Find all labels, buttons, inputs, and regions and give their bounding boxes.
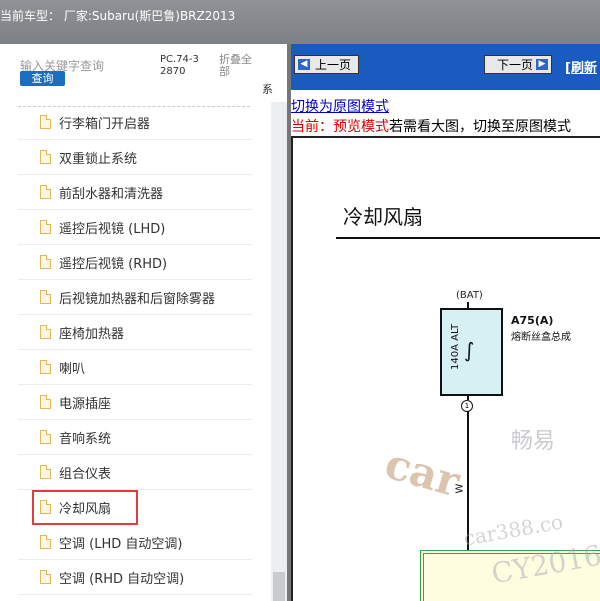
watermark-text: 畅易 [511, 429, 556, 454]
document-icon [40, 570, 51, 584]
query-button[interactable]: 查询 [20, 71, 65, 86]
wire-color-label: W [454, 483, 466, 494]
tree-item[interactable]: 遥控后视镜 (LHD) [18, 210, 252, 245]
tree-item[interactable]: 空调 (LHD 自动空调) [18, 525, 252, 560]
diagram-title: 冷却风扇 [343, 205, 423, 229]
tree-item[interactable]: 空调 (手动空调) [18, 595, 252, 601]
tree-item[interactable]: 前刮水器和清洗器 [18, 175, 252, 210]
tree-item[interactable]: 后视镜加热器和后窗除雾器 [18, 280, 252, 315]
tree-item-label: 前刮水器和清洗器 [59, 187, 164, 202]
document-icon [40, 395, 51, 409]
tree-item-label: 座椅加热器 [59, 327, 125, 342]
tree-item-label: 喇叭 [59, 362, 86, 377]
bat-label: (BAT) [456, 290, 483, 301]
tree-scrollbar[interactable] [271, 102, 287, 601]
document-icon [40, 255, 51, 269]
document-icon [40, 290, 51, 304]
tree-item[interactable]: 座椅加热器 [18, 315, 252, 350]
document-icon [40, 325, 51, 339]
connector-desc: 熔断丝盒总成 [511, 332, 571, 343]
refresh-link[interactable]: [刷新 [565, 57, 597, 76]
tree-item[interactable]: 空调 (RHD 自动空调) [18, 560, 252, 595]
fuse-rating: 140A ALT [450, 323, 461, 370]
title-rule [336, 237, 600, 239]
tree-item[interactable]: 行李箱门开启器 [18, 105, 252, 140]
watermark-text: car [379, 438, 466, 507]
tree-item[interactable]: 双重锁止系统 [18, 140, 252, 175]
viewer-panel: ◀ 上一页 下一页 ▶ [刷新 切换为原图模式 当前：预览模式若需看大图，切换至… [291, 44, 600, 601]
tree-item-label: 行李箱门开启器 [59, 117, 151, 132]
arrow-left-icon: ◀ [298, 59, 310, 70]
tree-item[interactable]: 音响系统 [18, 420, 252, 455]
mode-current-label: 当前： [291, 119, 333, 135]
mode-hint: 若需看大图，切换至原图模式 [389, 119, 571, 135]
tree-item-label: 冷却风扇 [59, 502, 112, 517]
window-titlebar: 当前车型： 厂家:Subaru(斯巴鲁)BRZ2013 [0, 0, 600, 44]
tree-item-label: 后视镜加热器和后窗除雾器 [59, 292, 216, 307]
document-icon [40, 430, 51, 444]
prev-page-label: 上一页 [315, 58, 352, 72]
document-icon [40, 150, 51, 164]
tree-item[interactable]: 遥控后视镜 (RHD) [18, 245, 252, 280]
tree-item-selected[interactable]: 冷却风扇 [32, 490, 138, 525]
tree-item-label: 组合仪表 [59, 467, 112, 482]
tree-item[interactable]: 组合仪表 [18, 455, 252, 490]
mode-name: 预览模式 [333, 119, 389, 135]
document-icon [40, 535, 51, 549]
left-panel: 输入关键字查询 查询 PC.74-32870 折叠全部 系 行李箱门开启器 双重锁… [0, 44, 287, 601]
document-icon [40, 465, 51, 479]
scrollbar-thumb[interactable] [273, 572, 285, 601]
tree-item[interactable]: 电源插座 [18, 385, 252, 420]
connector-id: A75(A) [511, 314, 554, 327]
tree-item-label: 音响系统 [59, 432, 112, 447]
fuse-box: 140A ALT ∫ [440, 308, 503, 396]
document-icon [40, 220, 51, 234]
tree-item-label: 空调 (RHD 自动空调) [59, 572, 185, 587]
switch-original-link[interactable]: 切换为原图模式 [291, 96, 389, 116]
next-page-label: 下一页 [497, 58, 534, 72]
next-page-button[interactable]: 下一页 ▶ [484, 55, 552, 74]
document-icon [40, 500, 51, 514]
tree-item-label: 遥控后视镜 (RHD) [59, 257, 168, 272]
document-icon [40, 115, 51, 129]
tree-list: 行李箱门开启器 双重锁止系统前刮水器和清洗器 遥控后视镜 (LHD) 遥控后视镜 (R… [18, 105, 252, 601]
tree-item-label: 电源插座 [59, 397, 112, 412]
window-title: 当前车型： 厂家:Subaru(斯巴鲁)BRZ2013 [0, 9, 236, 23]
pc-code: PC.74-32870 [160, 54, 199, 77]
arrow-right-icon: ▶ [536, 59, 548, 70]
tree-item-label: 遥控后视镜 (LHD) [59, 222, 166, 237]
document-icon [40, 360, 51, 374]
ground-box [420, 550, 600, 601]
tree-item[interactable]: 喇叭 [18, 350, 252, 385]
fuse-symbol-icon: ∫ [464, 338, 475, 362]
wiring-diagram: 冷却风扇 (BAT) 140A ALT ∫ A75(A) 熔断丝盒总成 1 W … [291, 136, 600, 601]
system-label: 系 [262, 83, 273, 96]
watermark-text: car388.co [461, 509, 565, 551]
prev-page-button[interactable]: ◀ 上一页 [294, 55, 359, 74]
tree-item-label: 双重锁止系统 [59, 152, 138, 167]
document-icon [40, 185, 51, 199]
tree-item-label: 空调 (LHD 自动空调) [59, 537, 183, 552]
viewer-toolbar: ◀ 上一页 下一页 ▶ [刷新 [291, 44, 600, 90]
mode-line: 当前：预览模式若需看大图，切换至原图模式 [291, 116, 571, 136]
collapse-all-button[interactable]: 折叠全部 [219, 54, 259, 78]
